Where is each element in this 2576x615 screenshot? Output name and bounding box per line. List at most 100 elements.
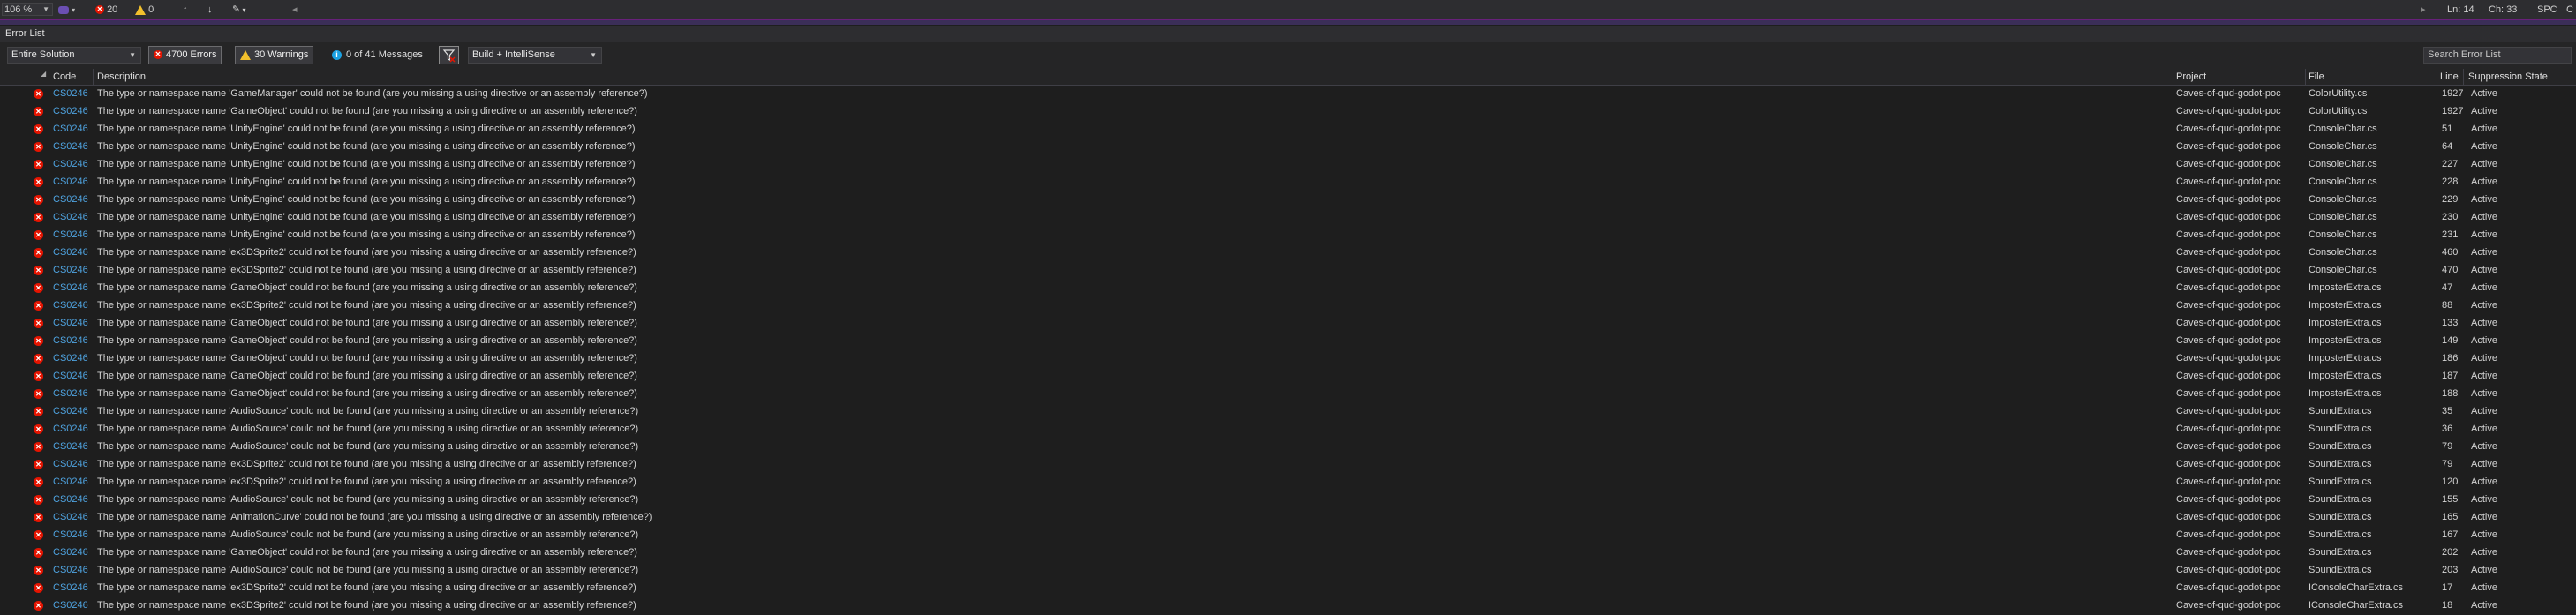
column-header-file[interactable]: File xyxy=(2309,71,2324,82)
column-header-suppression[interactable]: Suppression State xyxy=(2468,71,2548,82)
table-row[interactable]: ✕ CS0246 The type or namespace name 'GameM… xyxy=(0,86,2576,103)
brush-icon[interactable]: ✎ ▾ xyxy=(232,4,245,16)
error-code-link[interactable]: CS0246 xyxy=(53,124,92,134)
table-row[interactable]: ✕ CS0246 The type or namespace name 'ex3DS… xyxy=(0,244,2576,262)
error-code-link[interactable]: CS0246 xyxy=(53,459,92,469)
table-row[interactable]: ✕ CS0246 The type or namespace name 'Unity… xyxy=(0,191,2576,209)
table-row[interactable]: ✕ CS0246 The type or namespace name 'Audio… xyxy=(0,527,2576,544)
table-row[interactable]: ✕ CS0246 The type or namespace name 'Unity… xyxy=(0,156,2576,174)
table-row[interactable]: ✕ CS0246 The type or namespace name 'ex3DS… xyxy=(0,456,2576,474)
column-header-project[interactable]: Project xyxy=(2176,71,2206,82)
table-row[interactable]: ✕ CS0246 The type or namespace name 'Unity… xyxy=(0,174,2576,191)
error-line: 64 xyxy=(2442,141,2453,152)
error-code-link[interactable]: CS0246 xyxy=(53,88,92,99)
line-ending-indicator[interactable]: C xyxy=(2566,4,2573,16)
error-code-link[interactable]: CS0246 xyxy=(53,371,92,381)
table-row[interactable]: ✕ CS0246 The type or namespace name 'GameO… xyxy=(0,280,2576,297)
warnings-filter-toggle[interactable]: 30 Warnings xyxy=(235,46,314,64)
error-code-link[interactable]: CS0246 xyxy=(53,265,92,275)
char-indicator[interactable]: Ch: 33 xyxy=(2489,4,2517,16)
error-code-link[interactable]: CS0246 xyxy=(53,141,92,152)
error-code-link[interactable]: CS0246 xyxy=(53,247,92,258)
error-suppression-state: Active xyxy=(2471,529,2497,540)
table-row[interactable]: ✕ CS0246 The type or namespace name 'ex3DS… xyxy=(0,297,2576,315)
error-code-link[interactable]: CS0246 xyxy=(53,212,92,222)
error-code-link[interactable]: CS0246 xyxy=(53,388,92,399)
table-row[interactable]: ✕ CS0246 The type or namespace name 'ex3DS… xyxy=(0,597,2576,615)
scroll-right-icon[interactable]: ▸ xyxy=(2421,4,2426,16)
table-row[interactable]: ✕ CS0246 The type or namespace name 'Anima… xyxy=(0,509,2576,527)
sort-corner-icon[interactable]: ◢ xyxy=(41,70,46,78)
filter-button[interactable] xyxy=(439,46,459,64)
table-row[interactable]: ✕ CS0246 The type or namespace name 'Audio… xyxy=(0,421,2576,439)
error-code-link[interactable]: CS0246 xyxy=(53,229,92,240)
error-line: 18 xyxy=(2442,600,2453,611)
table-row[interactable]: ✕ CS0246 The type or namespace name 'Unity… xyxy=(0,209,2576,227)
table-row[interactable]: ✕ CS0246 The type or namespace name 'Audio… xyxy=(0,562,2576,580)
error-code-link[interactable]: CS0246 xyxy=(53,441,92,452)
table-row[interactable]: ✕ CS0246 The type or namespace name 'GameO… xyxy=(0,544,2576,562)
error-code-link[interactable]: CS0246 xyxy=(53,565,92,575)
column-separator[interactable] xyxy=(2305,69,2306,85)
table-row[interactable]: ✕ CS0246 The type or namespace name 'GameO… xyxy=(0,315,2576,333)
error-code-link[interactable]: CS0246 xyxy=(53,582,92,593)
error-suppression-state: Active xyxy=(2471,424,2497,434)
line-indicator[interactable]: Ln: 14 xyxy=(2447,4,2474,16)
table-row[interactable]: ✕ CS0246 The type or namespace name 'GameO… xyxy=(0,103,2576,121)
arrow-up-icon[interactable]: ↑ xyxy=(183,4,188,16)
table-row[interactable]: ✕ CS0246 The type or namespace name 'Audio… xyxy=(0,403,2576,421)
error-code-link[interactable]: CS0246 xyxy=(53,353,92,364)
table-row[interactable]: ✕ CS0246 The type or namespace name 'GameO… xyxy=(0,368,2576,386)
error-code-link[interactable]: CS0246 xyxy=(53,476,92,487)
table-row[interactable]: ✕ CS0246 The type or namespace name 'Unity… xyxy=(0,139,2576,156)
error-code-link[interactable]: CS0246 xyxy=(53,176,92,187)
column-header-description[interactable]: Description xyxy=(97,71,146,82)
table-row[interactable]: ✕ CS0246 The type or namespace name 'GameO… xyxy=(0,333,2576,350)
error-code-link[interactable]: CS0246 xyxy=(53,300,92,311)
status-error-indicator[interactable]: ✕ 20 xyxy=(95,4,117,16)
table-row[interactable]: ✕ CS0246 The type or namespace name 'Unity… xyxy=(0,227,2576,244)
error-code-link[interactable]: CS0246 xyxy=(53,512,92,522)
zoom-dropdown[interactable]: 106 % ▼ xyxy=(2,3,53,16)
error-code-link[interactable]: CS0246 xyxy=(53,159,92,169)
error-code-link[interactable]: CS0246 xyxy=(53,529,92,540)
error-rows: ✕ CS0246 The type or namespace name 'GameM… xyxy=(0,86,2576,615)
error-code-link[interactable]: CS0246 xyxy=(53,106,92,116)
error-code-link[interactable]: CS0246 xyxy=(53,547,92,558)
error-code-link[interactable]: CS0246 xyxy=(53,494,92,505)
column-header-line[interactable]: Line xyxy=(2440,71,2459,82)
column-header-code[interactable]: Code xyxy=(53,71,76,82)
table-row[interactable]: ✕ CS0246 The type or namespace name 'Audio… xyxy=(0,491,2576,509)
spacing-indicator[interactable]: SPC xyxy=(2537,4,2557,16)
table-row[interactable]: ✕ CS0246 The type or namespace name 'ex3DS… xyxy=(0,474,2576,491)
scroll-left-icon[interactable]: ◂ xyxy=(292,4,298,16)
build-source-dropdown[interactable]: Build + IntelliSense ▼ xyxy=(468,47,602,64)
messages-filter-toggle[interactable]: i 0 of 41 Messages xyxy=(332,49,423,60)
table-row[interactable]: ✕ CS0246 The type or namespace name 'GameO… xyxy=(0,350,2576,368)
error-code-link[interactable]: CS0246 xyxy=(53,424,92,434)
status-warning-indicator[interactable]: 0 xyxy=(135,4,154,16)
error-line: 187 xyxy=(2442,371,2459,381)
error-file: ImposterExtra.cs xyxy=(2309,335,2382,346)
arrow-down-icon[interactable]: ↓ xyxy=(207,4,213,16)
error-project: Caves-of-qud-godot-poc xyxy=(2176,88,2281,99)
errors-filter-toggle[interactable]: ✕ 4700 Errors xyxy=(148,46,222,64)
error-code-link[interactable]: CS0246 xyxy=(53,194,92,205)
warning-icon xyxy=(240,49,251,60)
error-code-link[interactable]: CS0246 xyxy=(53,600,92,611)
column-separator[interactable] xyxy=(2463,69,2464,85)
error-code-link[interactable]: CS0246 xyxy=(53,335,92,346)
table-row[interactable]: ✕ CS0246 The type or namespace name 'ex3DS… xyxy=(0,262,2576,280)
error-code-link[interactable]: CS0246 xyxy=(53,318,92,328)
error-code-link[interactable]: CS0246 xyxy=(53,282,92,293)
column-separator[interactable] xyxy=(93,69,94,85)
search-input[interactable]: Search Error List xyxy=(2423,47,2572,64)
scope-dropdown[interactable]: Entire Solution ▼ xyxy=(7,47,141,64)
table-row[interactable]: ✕ CS0246 The type or namespace name 'Unity… xyxy=(0,121,2576,139)
copilot-icon[interactable]: ▾ xyxy=(58,4,75,16)
error-suppression-state: Active xyxy=(2471,406,2497,416)
table-row[interactable]: ✕ CS0246 The type or namespace name 'ex3DS… xyxy=(0,580,2576,597)
table-row[interactable]: ✕ CS0246 The type or namespace name 'Audio… xyxy=(0,439,2576,456)
table-row[interactable]: ✕ CS0246 The type or namespace name 'GameO… xyxy=(0,386,2576,403)
error-code-link[interactable]: CS0246 xyxy=(53,406,92,416)
